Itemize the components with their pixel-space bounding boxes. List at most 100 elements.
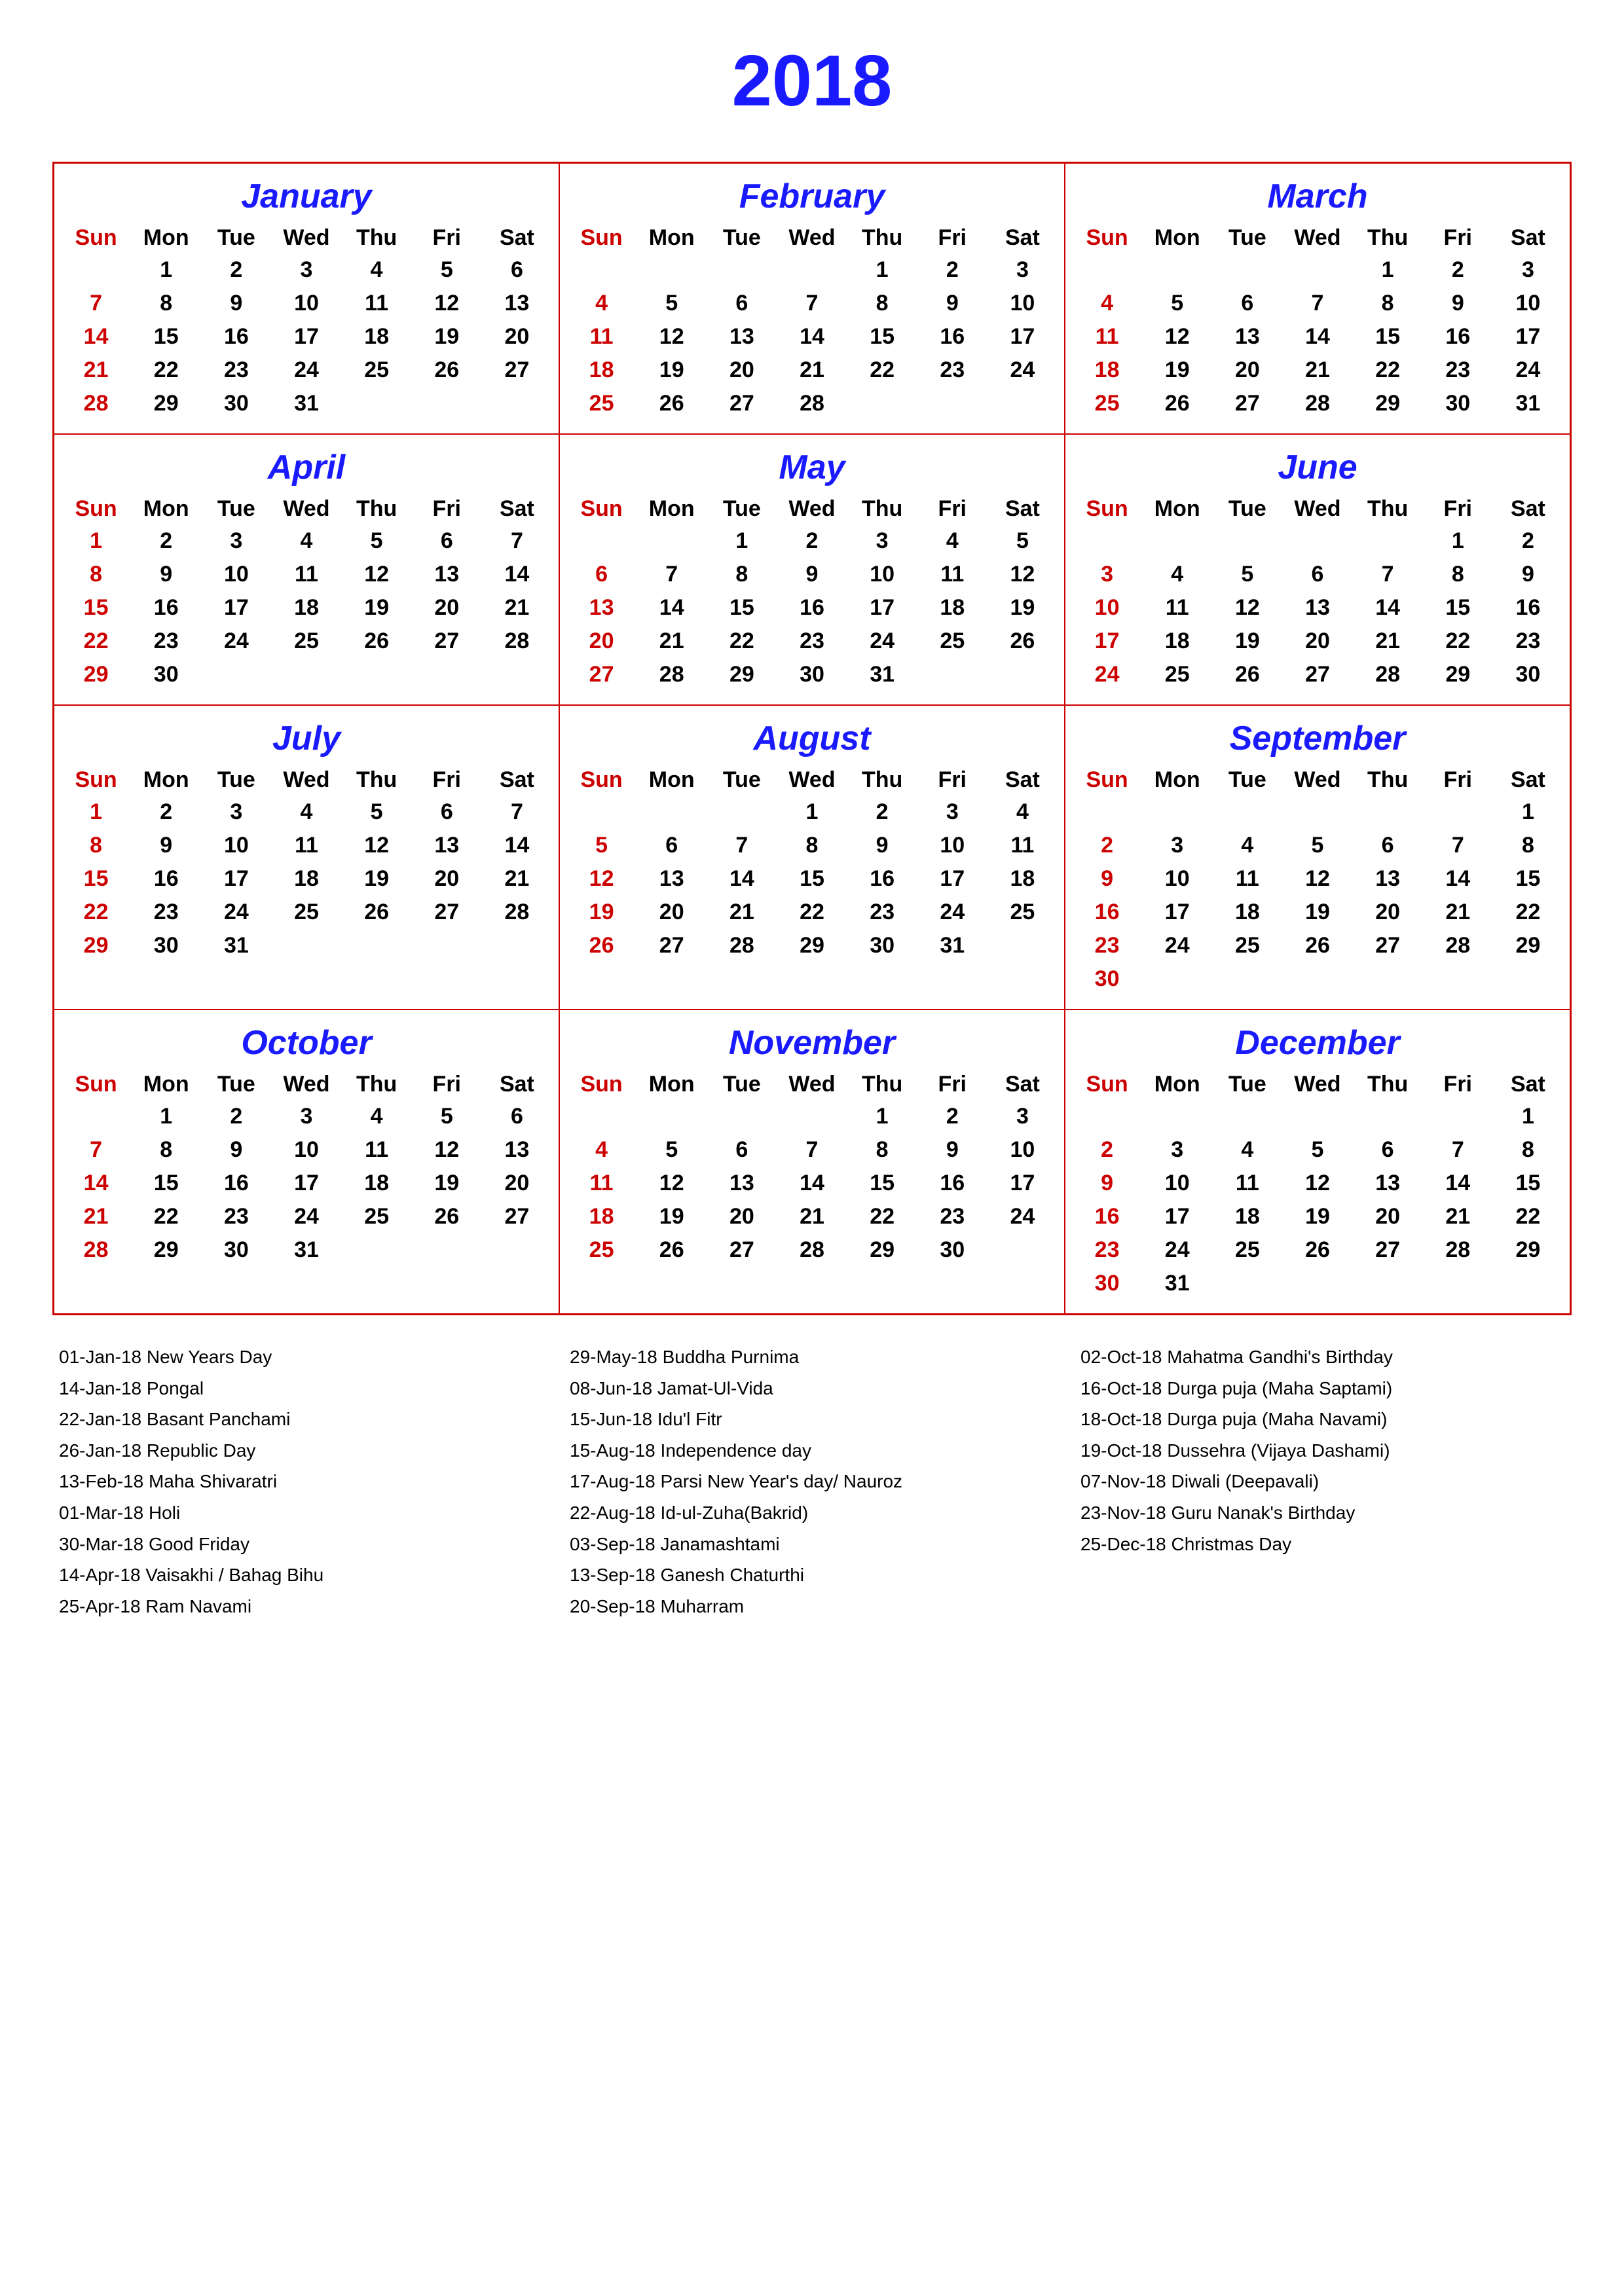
- day-cell: 3: [201, 795, 271, 829]
- day-cell: 18: [987, 862, 1058, 896]
- day-cell: 30: [1423, 387, 1493, 420]
- month-name: September: [1072, 719, 1563, 758]
- day-header-sat: Sat: [1493, 765, 1563, 795]
- day-cell: 28: [1423, 1233, 1493, 1267]
- day-cell: 0: [412, 929, 482, 962]
- holiday-item: 23-Nov-18 Guru Nanak's Birthday: [1080, 1497, 1565, 1529]
- day-cell: 25: [271, 625, 341, 658]
- day-cell: 8: [131, 1133, 201, 1167]
- day-cell: 7: [61, 287, 131, 320]
- day-cell: 0: [917, 387, 987, 420]
- day-header-thu: Thu: [1353, 494, 1423, 524]
- holiday-item: 29-May-18 Buddha Purnima: [570, 1341, 1054, 1373]
- day-cell: 8: [707, 558, 777, 591]
- day-cell: 30: [917, 1233, 987, 1267]
- day-cell: 0: [1282, 962, 1352, 996]
- day-cell: 10: [201, 829, 271, 862]
- day-cell: 28: [482, 896, 552, 929]
- day-cell: 21: [1282, 354, 1352, 387]
- day-header-thu: Thu: [1353, 765, 1423, 795]
- day-cell: 15: [131, 320, 201, 354]
- day-cell: 23: [131, 896, 201, 929]
- holiday-item: 15-Jun-18 Idu'l Fitr: [570, 1404, 1054, 1435]
- day-cell: 0: [777, 1100, 847, 1133]
- day-cell: 11: [1142, 591, 1212, 625]
- day-header-wed: Wed: [271, 1069, 341, 1100]
- day-cell: 17: [271, 1167, 341, 1200]
- day-cell: 13: [1282, 591, 1352, 625]
- day-cell: 2: [201, 253, 271, 287]
- day-cell: 5: [566, 829, 637, 862]
- day-cell: 31: [271, 387, 341, 420]
- day-cell: 14: [61, 1167, 131, 1200]
- day-header-fri: Fri: [917, 1069, 987, 1100]
- day-header-mon: Mon: [637, 223, 707, 253]
- day-cell: 0: [271, 658, 341, 691]
- day-grid: SunMonTueWedThuFriSat0000001234567891011…: [1072, 765, 1563, 996]
- day-cell: 22: [1423, 625, 1493, 658]
- day-cell: 30: [847, 929, 917, 962]
- day-cell: 9: [1072, 862, 1142, 896]
- day-cell: 20: [412, 862, 482, 896]
- day-cell: 5: [342, 524, 412, 558]
- day-cell: 0: [1353, 795, 1423, 829]
- holiday-item: 26-Jan-18 Republic Day: [59, 1435, 544, 1467]
- day-cell: 7: [482, 795, 552, 829]
- day-cell: 23: [201, 354, 271, 387]
- day-cell: 25: [566, 387, 637, 420]
- day-cell: 16: [201, 1167, 271, 1200]
- day-cell: 9: [847, 829, 917, 862]
- day-cell: 16: [201, 320, 271, 354]
- day-cell: 30: [1072, 1267, 1142, 1300]
- day-cell: 19: [1142, 354, 1212, 387]
- day-cell: 6: [412, 524, 482, 558]
- day-cell: 27: [1353, 1233, 1423, 1267]
- day-cell: 29: [61, 929, 131, 962]
- day-header-sat: Sat: [482, 765, 552, 795]
- day-cell: 11: [1072, 320, 1142, 354]
- day-cell: 7: [777, 1133, 847, 1167]
- day-cell: 13: [1353, 862, 1423, 896]
- day-cell: 18: [1212, 896, 1282, 929]
- day-header-fri: Fri: [917, 223, 987, 253]
- day-cell: 17: [1493, 320, 1563, 354]
- day-cell: 20: [707, 354, 777, 387]
- day-cell: 15: [1493, 1167, 1563, 1200]
- day-cell: 0: [482, 929, 552, 962]
- day-cell: 21: [707, 896, 777, 929]
- day-header-wed: Wed: [1282, 494, 1352, 524]
- day-cell: 31: [917, 929, 987, 962]
- day-header-fri: Fri: [1423, 223, 1493, 253]
- day-cell: 22: [1493, 896, 1563, 929]
- day-cell: 0: [987, 1233, 1058, 1267]
- day-header-fri: Fri: [917, 765, 987, 795]
- day-cell: 2: [131, 795, 201, 829]
- day-cell: 4: [342, 253, 412, 287]
- day-header-wed: Wed: [1282, 223, 1352, 253]
- day-cell: 31: [201, 929, 271, 962]
- day-cell: 0: [61, 253, 131, 287]
- day-cell: 10: [271, 1133, 341, 1167]
- day-cell: 4: [917, 524, 987, 558]
- day-cell: 18: [271, 591, 341, 625]
- day-cell: 12: [342, 829, 412, 862]
- day-cell: 30: [1493, 658, 1563, 691]
- day-cell: 8: [131, 287, 201, 320]
- day-cell: 0: [1353, 1267, 1423, 1300]
- day-cell: 31: [1493, 387, 1563, 420]
- day-cell: 1: [847, 1100, 917, 1133]
- day-cell: 3: [847, 524, 917, 558]
- day-cell: 25: [1072, 387, 1142, 420]
- day-cell: 19: [412, 320, 482, 354]
- day-header-sat: Sat: [987, 223, 1058, 253]
- day-header-mon: Mon: [131, 1069, 201, 1100]
- day-cell: 12: [412, 1133, 482, 1167]
- day-cell: 21: [482, 591, 552, 625]
- day-cell: 0: [271, 929, 341, 962]
- day-cell: 3: [271, 1100, 341, 1133]
- day-header-thu: Thu: [847, 494, 917, 524]
- day-cell: 21: [1353, 625, 1423, 658]
- holiday-item: 13-Sep-18 Ganesh Chaturthi: [570, 1559, 1054, 1591]
- month-cell-june: JuneSunMonTueWedThuFriSat000001234567891…: [1065, 434, 1570, 705]
- day-header-sun: Sun: [566, 765, 637, 795]
